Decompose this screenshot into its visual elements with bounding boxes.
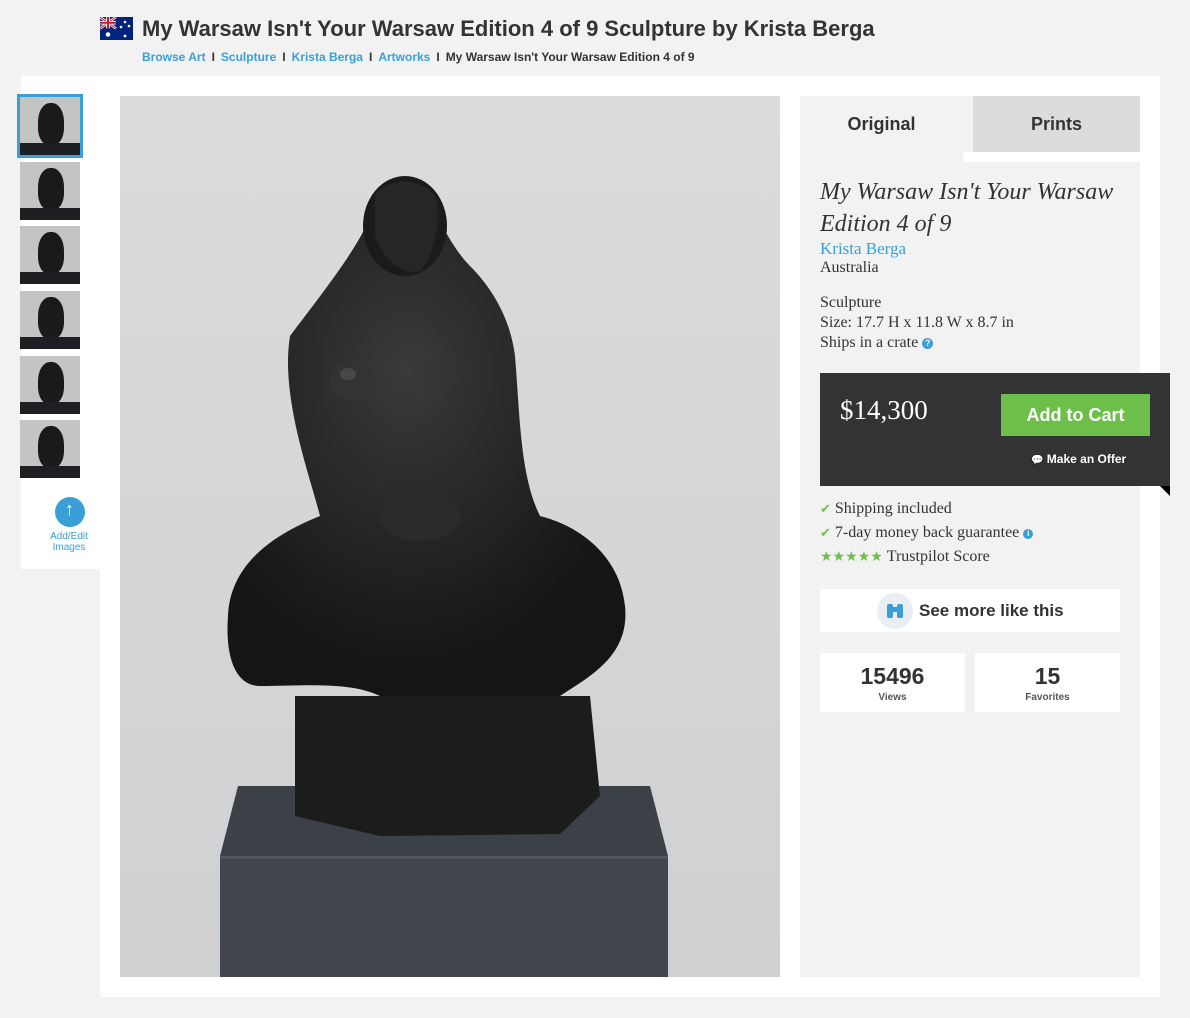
tab-prints[interactable]: Prints [973,96,1140,152]
breadcrumb-sculpture[interactable]: Sculpture [221,50,276,64]
check-icon: ✔ [820,526,831,541]
add-edit-images-label: Add/Edit Images [50,531,88,553]
check-icon: ✔ [820,502,831,517]
favorites-count: 15 [1034,663,1061,689]
breadcrumb-artist[interactable]: Krista Berga [292,50,363,64]
pedestal-thumb [20,208,80,220]
star-rating-icon: ★★★★★ [820,549,883,565]
perk-shipping: ✔ Shipping included [820,500,952,518]
sculpture-thumb [38,297,64,339]
breadcrumb: Browse Art I Sculpture I Krista Berga I Artwor… [142,50,695,64]
breadcrumb-current: My Warsaw Isn't Your Warsaw Edition 4 of… [445,50,695,64]
shipping-method: Ships in a crate ? [820,334,934,352]
ships-text: Ships in a crate [820,334,919,351]
make-offer-label: Make an Offer [1046,452,1127,466]
tab-divider [963,152,1140,162]
buy-box-fold [1160,486,1170,496]
australia-flag-icon [100,17,133,40]
artist-link[interactable]: Krista Berga [820,239,906,259]
breadcrumb-separator: I [368,50,373,64]
favorites-label: Favorites [1025,692,1070,703]
perk-shipping-label: Shipping included [834,500,952,517]
breadcrumb-browse-art[interactable]: Browse Art [142,50,206,64]
views-stat: 15496 Views [820,653,965,712]
chat-bubbles-icon: 💬 [1031,455,1044,466]
artwork-medium: Sculpture [820,294,882,311]
sculpture-thumb [38,103,64,145]
thumbnail-5[interactable] [20,356,80,414]
add-to-cart-button[interactable]: Add to Cart [1001,394,1150,436]
make-offer-link[interactable]: 💬 Make an Offer [1031,452,1126,466]
sculpture-thumb [38,168,64,210]
views-label: Views [878,692,907,703]
question-icon[interactable]: ? [922,338,934,349]
perk-trustpilot[interactable]: ★★★★★ Trustpilot Score [820,548,990,566]
thumbnail-1[interactable] [17,94,83,158]
thumbnail-6[interactable] [20,420,80,478]
breadcrumb-separator: I [211,50,215,64]
see-more-label: See more like this [919,601,1064,620]
artwork-size: Size: 17.7 H x 11.8 W x 8.7 in [820,314,1014,331]
perk-guarantee-label: 7-day money back guarantee [834,524,1020,541]
perk-trustpilot-label: Trustpilot Score [886,548,990,565]
thumbnail-4[interactable] [20,291,80,349]
binoculars-icon [877,593,913,629]
pedestal-thumb [20,402,80,414]
tab-original[interactable]: Original [800,96,963,162]
info-icon[interactable]: i [1023,529,1034,539]
thumbnail-3[interactable] [20,226,80,284]
artwork-title: My Warsaw Isn't Your Warsaw Edition 4 of… [820,179,1114,237]
pedestal-thumb [20,466,80,478]
pedestal-thumb [20,143,80,155]
see-more-like-this-button[interactable]: See more like this [820,589,1120,632]
favorites-stat[interactable]: 15 Favorites [975,653,1120,712]
sculpture-thumb [38,426,64,468]
thumbnail-2[interactable] [20,162,80,220]
sculpture-thumb [38,232,64,274]
perk-guarantee: ✔ 7-day money back guarantee i [820,524,1034,542]
pedestal-thumb [20,337,80,349]
sculpture-image [220,176,668,977]
breadcrumb-separator: I [436,50,440,64]
pedestal-thumb [20,272,80,284]
breadcrumb-separator: I [282,50,286,64]
artwork-photo[interactable] [120,96,780,977]
price: $14,300 [840,395,928,425]
artist-country: Australia [820,259,879,276]
breadcrumb-artworks[interactable]: Artworks [378,50,430,64]
upload-icon: ↑ [54,497,85,527]
page-title: My Warsaw Isn't Your Warsaw Edition 4 of… [142,16,875,41]
views-count: 15496 [860,663,925,689]
sculpture-thumb [38,362,64,404]
